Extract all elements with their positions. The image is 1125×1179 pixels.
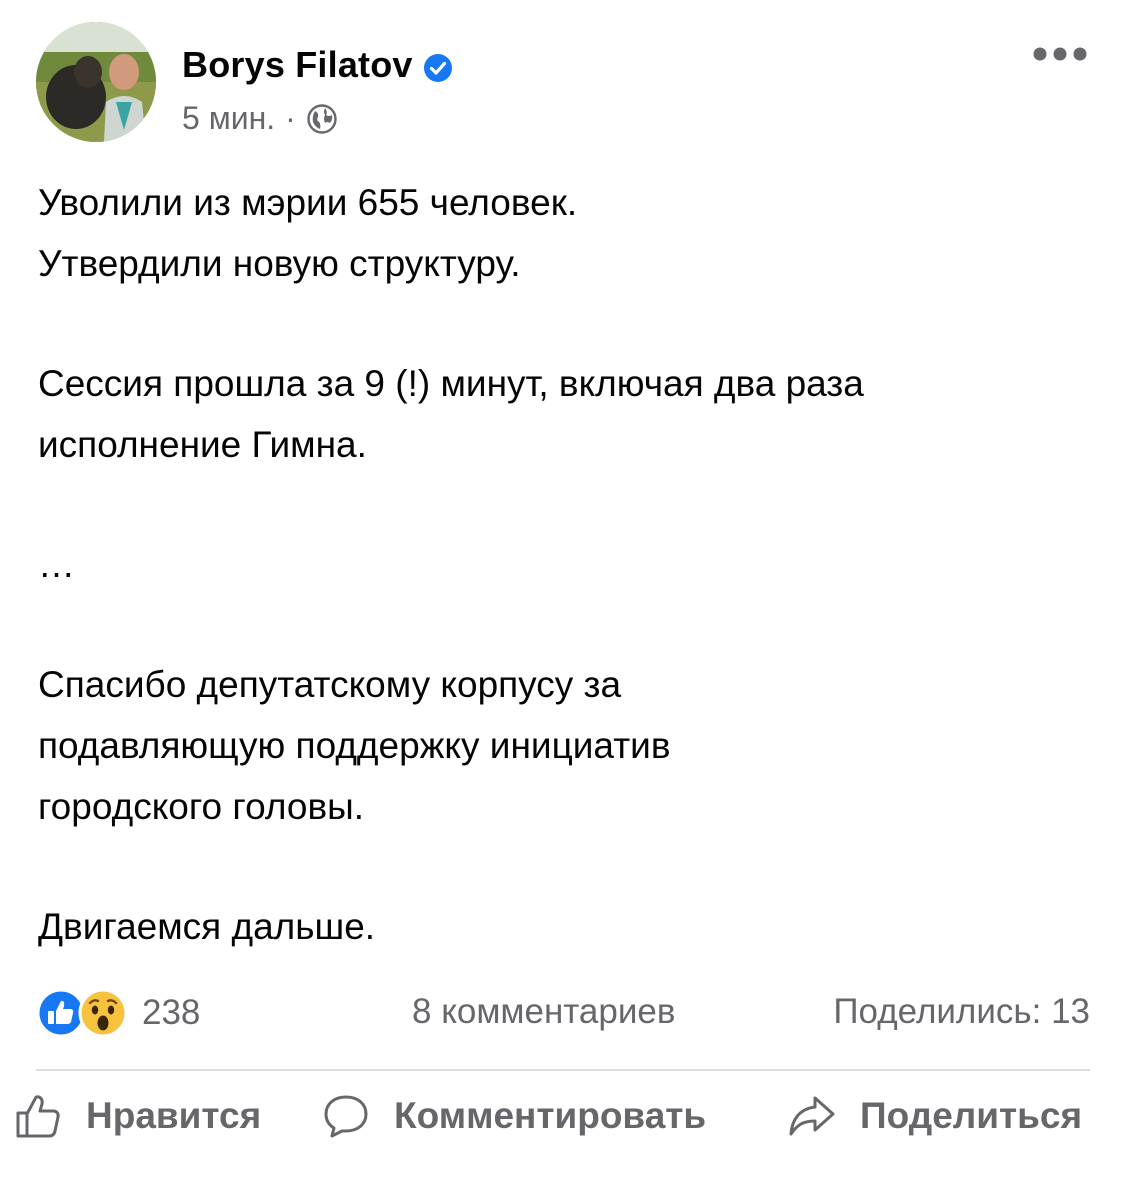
comment-button[interactable]: Комментировать [322,1092,706,1140]
wow-reaction-icon [78,988,128,1038]
post-line: Утвердили новую структуру. [38,243,521,284]
post-paragraph: Спасибо депутатскому корпусу за подавляю… [38,654,1098,837]
post-text: Уволили из мэрии 655 человек. Утвердили … [38,172,1098,1016]
comment-bubble-icon [324,1095,368,1138]
shares-count[interactable]: Поделились: 13 [833,992,1090,1032]
post-line: Сессия прошла за 9 (!) минут, включая дв… [38,363,864,404]
post-line: Спасибо депутатскому корпусу за [38,664,622,705]
post-line: исполнение Гимна. [38,424,367,465]
like-button[interactable]: Нравится [14,1092,261,1140]
comments-count[interactable]: 8 комментариев [412,992,675,1032]
meta-separator: · [285,100,296,136]
post-meta: 5 мин. · [182,100,338,137]
post-stats: 238 8 комментариев Поделились: 13 [36,982,1090,1042]
post-header: Borys Filatov 5 мин. · [36,22,1096,147]
post-line: … [38,544,75,585]
share-button[interactable]: Поделиться [788,1092,1082,1140]
thumbs-up-icon [16,1095,60,1138]
divider [36,1069,1090,1071]
author-name-text: Borys Filatov [182,44,413,85]
action-bar: Нравится Комментировать Поделиться [0,1092,1125,1172]
post-paragraph: … [38,534,1098,595]
reactions-summary[interactable]: 238 [36,988,200,1038]
post-line: подавляющую поддержку инициатив [38,725,671,766]
post-line: Уволили из мэрии 655 человек. [38,182,578,223]
verified-badge-icon [423,50,453,82]
comment-button-label: Комментировать [394,1095,707,1136]
post-paragraph: Двигаемся дальше. [38,896,1098,957]
avatar-photo [36,22,156,142]
post-paragraph: Уволили из мэрии 655 человек. Утвердили … [38,172,1098,294]
author-name[interactable]: Borys Filatov [182,44,453,86]
share-button-label: Поделиться [860,1095,1083,1136]
reactions-count: 238 [142,993,201,1032]
globe-icon[interactable] [306,103,338,135]
post-paragraph: Сессия прошла за 9 (!) минут, включая дв… [38,353,1098,475]
post-line: городского головы. [38,786,364,827]
post-timestamp[interactable]: 5 мин. [182,100,275,137]
post-line: Двигаемся дальше. [38,906,376,947]
more-options-icon[interactable] [1032,44,1088,64]
like-button-label: Нравится [86,1095,262,1136]
avatar[interactable] [36,22,156,142]
share-arrow-icon [789,1096,835,1136]
